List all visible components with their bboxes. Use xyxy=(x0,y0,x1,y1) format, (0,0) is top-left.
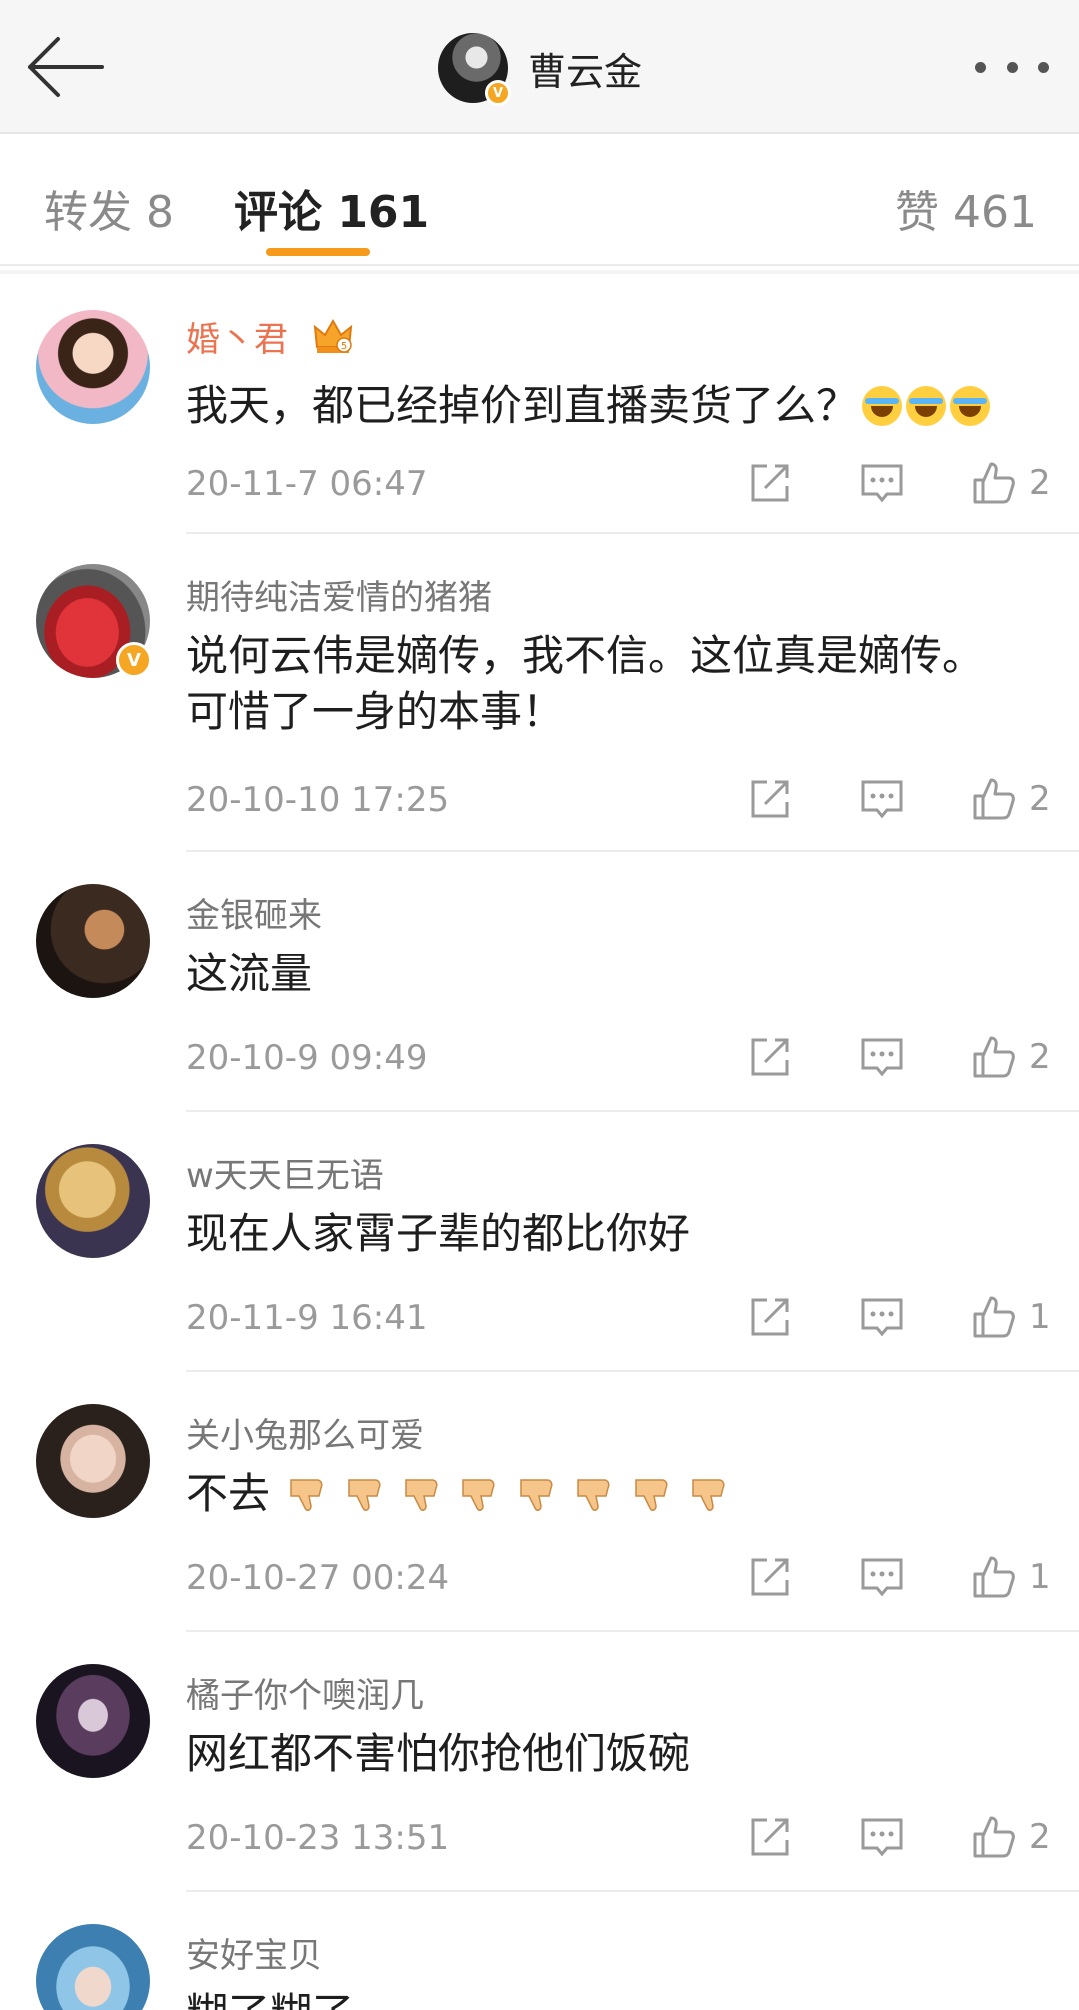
like-count: 1 xyxy=(1029,1297,1051,1337)
header-profile[interactable]: V 曹云金 xyxy=(438,32,643,106)
avatar[interactable] xyxy=(36,1144,150,1258)
avatar[interactable] xyxy=(36,884,150,998)
top-bar: V 曹云金 xyxy=(0,0,1079,134)
comment-item: 婚丶君 5 我天，都已经掉价到直播卖货了么？ 20-11-7 06:47 2 xyxy=(0,274,1079,534)
thumbs-up-icon[interactable] xyxy=(971,1034,1017,1080)
comment-actions: 2 xyxy=(747,1032,1051,1082)
avatar[interactable]: V xyxy=(438,33,511,106)
thumbs-up-icon[interactable] xyxy=(971,1814,1017,1860)
comment-item: 关小兔那么可爱 不去 20-10-27 00:24 1 xyxy=(0,1372,1079,1632)
comment-username[interactable]: 婚丶君 5 xyxy=(186,312,355,368)
share-icon[interactable] xyxy=(747,1554,793,1600)
comment-item: 安好宝贝 糊了糊了 xyxy=(0,1892,1079,2010)
share-icon[interactable] xyxy=(747,1034,793,1080)
thumbs-up-icon[interactable] xyxy=(971,776,1017,822)
share-icon[interactable] xyxy=(747,1814,793,1860)
comment-username[interactable]: 安好宝贝 xyxy=(186,1928,322,1977)
back-arrow-icon[interactable] xyxy=(26,34,106,100)
comment-time: 20-11-7 06:47 xyxy=(186,464,428,504)
thumbs-down-emoji-icon xyxy=(462,1479,495,1511)
comment-time: 20-10-27 00:24 xyxy=(186,1558,450,1598)
comment-icon[interactable] xyxy=(859,1294,905,1340)
comment-item: 金银砸来 这流量 20-10-9 09:49 2 xyxy=(0,852,1079,1112)
comment-item: V 期待纯洁爱情的猪猪 说何云伟是嫡传，我不信。这位真是嫡传。 可惜了一身的本事… xyxy=(0,534,1079,852)
avatar[interactable] xyxy=(36,1924,150,2010)
thumbs-down-emoji-icon xyxy=(520,1479,553,1511)
comment-actions: 2 xyxy=(747,1812,1051,1862)
comment-item: w天天巨无语 现在人家霄子辈的都比你好 20-11-9 16:41 1 xyxy=(0,1112,1079,1372)
crown-icon: 5 xyxy=(311,315,355,368)
comment-username[interactable]: 期待纯洁爱情的猪猪 xyxy=(186,570,492,619)
comment-actions: 1 xyxy=(747,1552,1051,1602)
thumbs-down-emoji-icon xyxy=(577,1479,610,1511)
thumbs-down-emoji-icon xyxy=(634,1479,668,1511)
comment-text: 不去 xyxy=(186,1466,1046,1522)
tab-repost[interactable]: 转发 8 xyxy=(44,176,174,240)
like-count: 2 xyxy=(1029,1037,1051,1077)
more-dots-icon[interactable] xyxy=(975,56,1049,78)
comment-icon[interactable] xyxy=(859,1814,905,1860)
thumbs-down-emoji-icon xyxy=(347,1479,381,1511)
comment-username[interactable]: 橘子你个噢润几 xyxy=(186,1668,424,1717)
comment-text: 这流量 xyxy=(186,949,313,998)
tab-comments[interactable]: 评论 161 xyxy=(234,176,429,240)
comment-username[interactable]: w天天巨无语 xyxy=(186,1148,384,1197)
thumbs-down-emoji-icon xyxy=(692,1479,725,1511)
comment-text: 现在人家霄子辈的都比你好 xyxy=(186,1209,691,1258)
comment-text-line: 可惜了一身的本事！ xyxy=(186,687,565,736)
active-tab-indicator xyxy=(266,248,370,256)
comment-icon[interactable] xyxy=(859,776,905,822)
comment-icon[interactable] xyxy=(859,1034,905,1080)
thumbs-up-icon[interactable] xyxy=(971,460,1017,506)
comment-text: 我天，都已经掉价到直播卖货了么？ xyxy=(186,378,1046,434)
comment-icon[interactable] xyxy=(859,460,905,506)
svg-text:5: 5 xyxy=(341,341,347,352)
comment-list: 婚丶君 5 我天，都已经掉价到直播卖货了么？ 20-11-7 06:47 2 V… xyxy=(0,274,1079,2010)
comment-username[interactable]: 金银砸来 xyxy=(186,888,322,937)
like-count: 2 xyxy=(1029,1817,1051,1857)
comment-text: 糊了糊了 xyxy=(186,1986,1046,2010)
username-text[interactable]: 婚丶君 xyxy=(186,320,288,360)
comment-text-body: 我天，都已经掉价到直播卖货了么？ xyxy=(186,381,859,430)
like-count: 2 xyxy=(1029,779,1051,819)
avatar[interactable]: V xyxy=(36,564,152,678)
tab-likes[interactable]: 赞 461 xyxy=(895,176,1037,240)
like-count: 1 xyxy=(1029,1557,1051,1597)
comment-time: 20-10-23 13:51 xyxy=(186,1818,450,1858)
comment-text-line: 说何云伟是嫡传，我不信。这位真是嫡传。 xyxy=(186,631,985,680)
comment-item: 橘子你个噢润几 网红都不害怕你抢他们饭碗 20-10-23 13:51 2 xyxy=(0,1632,1079,1892)
tab-bar: 转发 8 评论 161 赞 461 xyxy=(0,136,1079,266)
comment-text-body: 不去 xyxy=(186,1469,271,1518)
laugh-cry-emoji-icon xyxy=(950,386,991,426)
share-icon[interactable] xyxy=(747,460,793,506)
page-title: 曹云金 xyxy=(528,49,643,94)
comment-text: 网红都不害怕你抢他们饭碗 xyxy=(186,1729,691,1778)
laugh-cry-emoji-icon xyxy=(862,386,903,426)
thumbs-down-emoji-icon xyxy=(405,1479,438,1511)
thumbs-up-icon[interactable] xyxy=(971,1294,1017,1340)
comment-actions: 1 xyxy=(747,1292,1051,1342)
comment-actions: 2 xyxy=(747,458,1051,508)
like-count: 2 xyxy=(1029,463,1051,503)
avatar[interactable] xyxy=(36,310,150,424)
thumbs-down-emoji-icon xyxy=(290,1479,323,1511)
thumbs-up-icon[interactable] xyxy=(971,1554,1017,1600)
verified-badge: V xyxy=(116,642,152,678)
share-icon[interactable] xyxy=(747,1294,793,1340)
comment-actions: 2 xyxy=(747,774,1051,824)
comment-time: 20-10-10 17:25 xyxy=(186,780,450,820)
comment-text: 说何云伟是嫡传，我不信。这位真是嫡传。 可惜了一身的本事！ xyxy=(186,628,1046,740)
comment-time: 20-10-9 09:49 xyxy=(186,1038,428,1078)
share-icon[interactable] xyxy=(747,776,793,822)
comment-time: 20-11-9 16:41 xyxy=(186,1298,428,1338)
verified-badge: V xyxy=(485,80,511,106)
comment-icon[interactable] xyxy=(859,1554,905,1600)
comment-username[interactable]: 关小兔那么可爱 xyxy=(186,1408,424,1457)
avatar[interactable] xyxy=(36,1664,150,1778)
avatar[interactable] xyxy=(36,1404,150,1518)
laugh-cry-emoji-icon xyxy=(906,386,947,426)
